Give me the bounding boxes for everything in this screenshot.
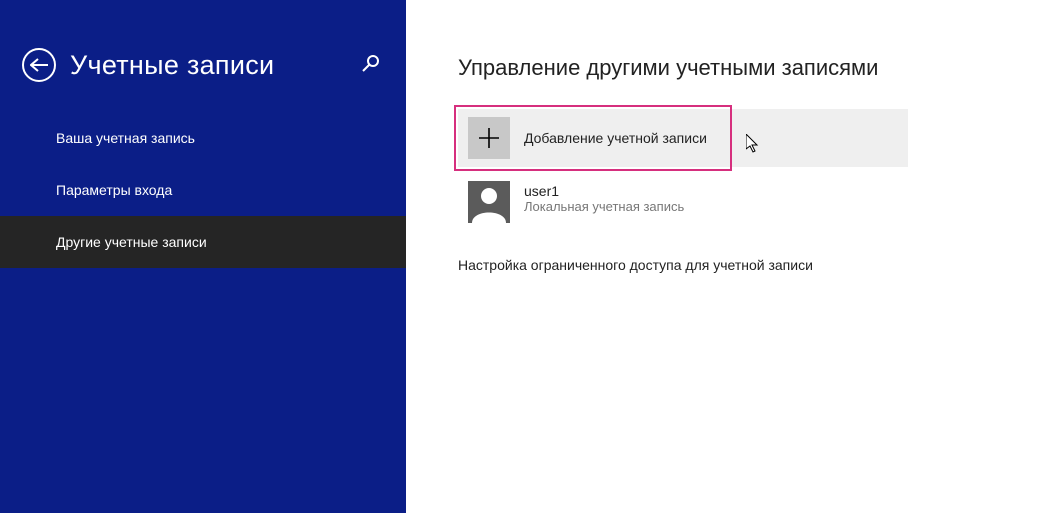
user-icon <box>468 181 510 223</box>
search-button[interactable] <box>358 50 384 81</box>
back-arrow-icon <box>30 58 48 72</box>
add-account-button[interactable]: Добавление учетной записи <box>458 109 908 167</box>
sidebar-item-label: Другие учетные записи <box>56 234 207 250</box>
user-info: user1 Локальная учетная запись <box>524 181 684 214</box>
sidebar: Учетные записи Ваша учетная запись Парам… <box>0 0 406 513</box>
page-title: Управление другими учетными записями <box>458 55 1052 81</box>
user-type: Локальная учетная запись <box>524 199 684 214</box>
user-row[interactable]: user1 Локальная учетная запись <box>458 173 908 231</box>
sidebar-item-your-account[interactable]: Ваша учетная запись <box>0 112 406 164</box>
main-panel: Управление другими учетными записями Доб… <box>406 0 1052 513</box>
sidebar-menu: Ваша учетная запись Параметры входа Друг… <box>0 112 406 268</box>
restricted-access-link[interactable]: Настройка ограниченного доступа для учет… <box>458 257 813 273</box>
avatar <box>468 181 510 223</box>
sidebar-item-label: Ваша учетная запись <box>56 130 195 146</box>
plus-icon-box <box>468 117 510 159</box>
sidebar-item-label: Параметры входа <box>56 182 172 198</box>
sidebar-header-left: Учетные записи <box>22 48 274 82</box>
search-icon <box>362 54 380 72</box>
back-button[interactable] <box>22 48 56 82</box>
plus-icon <box>476 125 502 151</box>
sidebar-title: Учетные записи <box>70 50 274 81</box>
user-name: user1 <box>524 183 684 199</box>
sidebar-item-signin-options[interactable]: Параметры входа <box>0 164 406 216</box>
sidebar-header: Учетные записи <box>0 48 406 112</box>
add-account-label: Добавление учетной записи <box>524 130 707 146</box>
sidebar-item-other-accounts[interactable]: Другие учетные записи <box>0 216 406 268</box>
